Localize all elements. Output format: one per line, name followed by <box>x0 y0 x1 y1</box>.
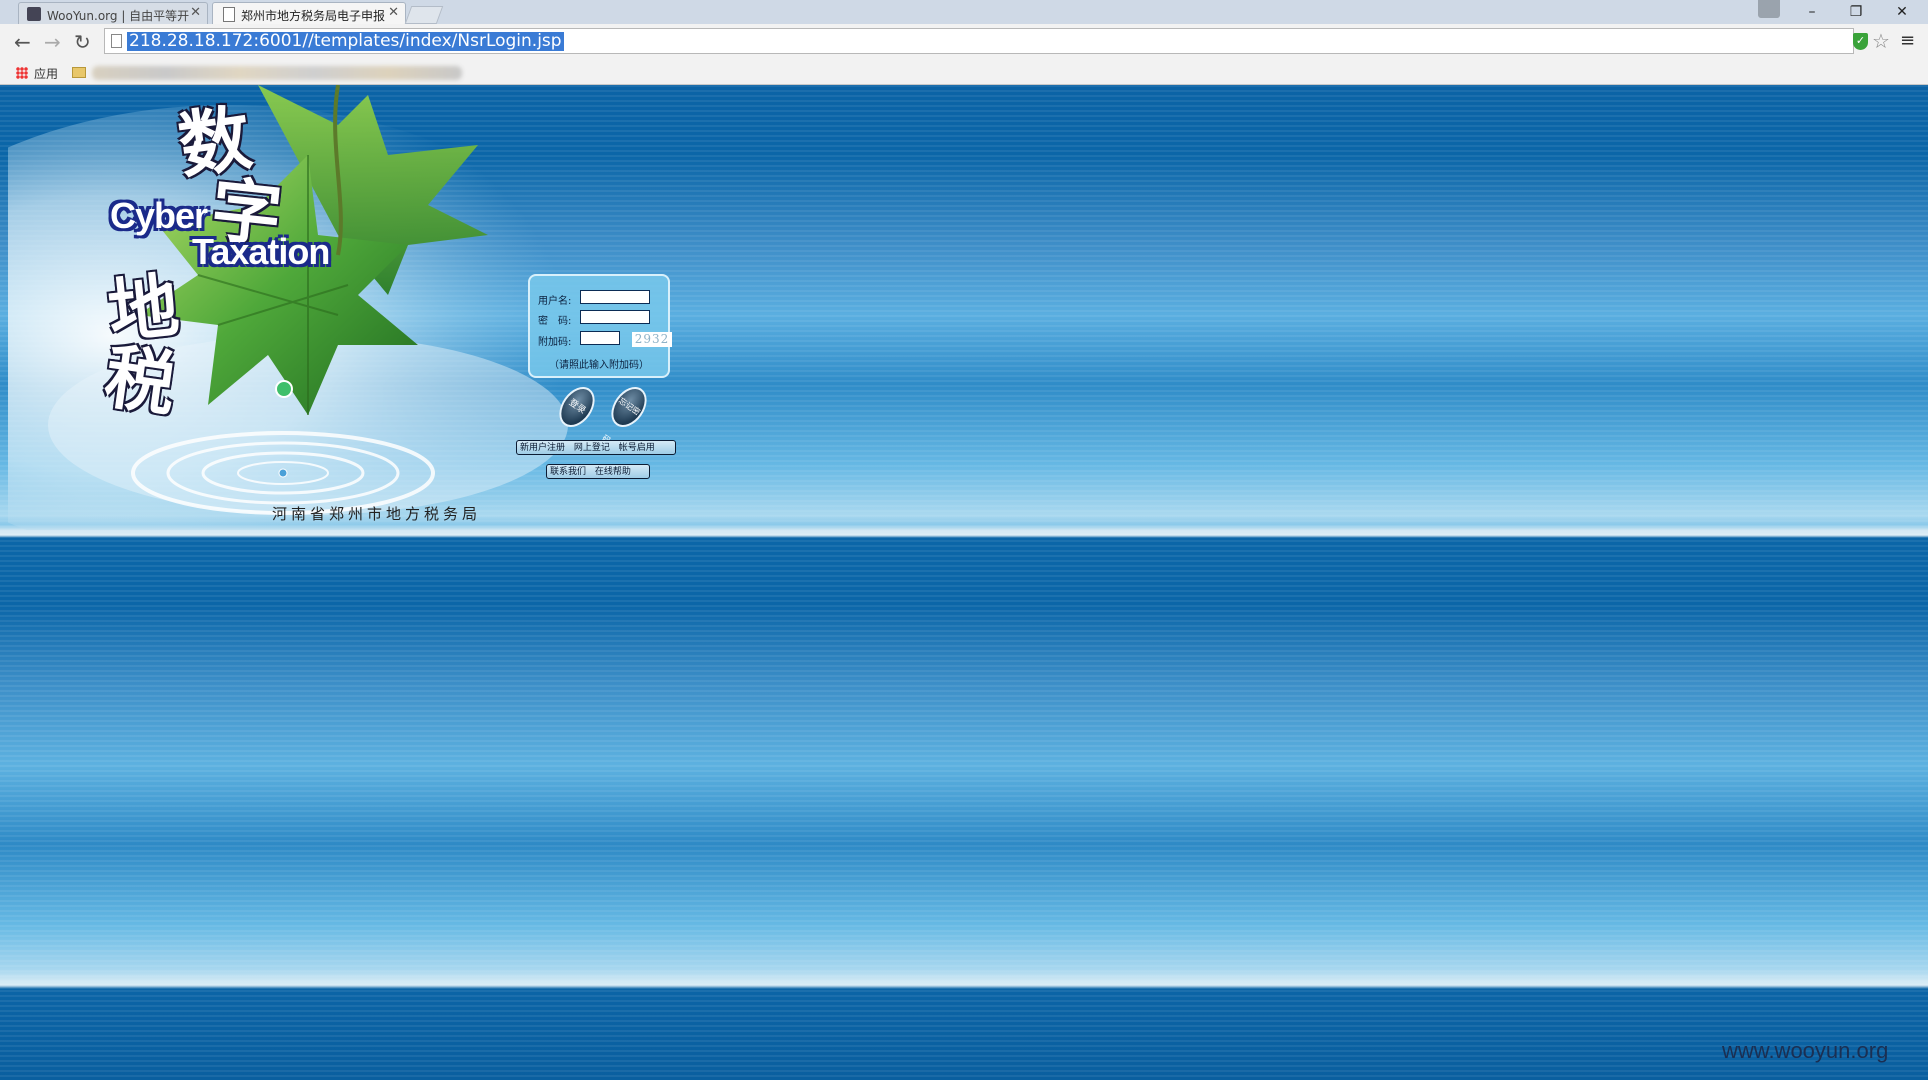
online-register-link[interactable]: 网上登记 <box>571 443 613 453</box>
bookmark-star-icon[interactable]: ☆ <box>1872 29 1890 53</box>
new-tab-button[interactable] <box>404 6 444 24</box>
captcha-label: 附加码: <box>538 337 572 348</box>
close-window-button[interactable]: ✕ <box>1880 0 1924 24</box>
title-char: 税 <box>99 334 181 427</box>
url-text[interactable]: 218.28.18.172:6001//templates/index/NsrL… <box>127 32 564 51</box>
username-label: 用户名: <box>538 296 572 307</box>
login-panel: 用户名: 密 码: 附加码: 2932 （请照此输入附加码） <box>528 274 672 378</box>
captcha-input[interactable] <box>580 331 620 345</box>
reload-icon[interactable]: ↻ <box>74 32 91 52</box>
password-input[interactable] <box>580 310 650 324</box>
tab-label: WooYun.org | 自由平等开 <box>47 9 190 23</box>
captcha-image: 2932 <box>632 332 672 347</box>
bookmarks-bar: 应用 <box>0 62 1928 85</box>
username-input[interactable] <box>580 290 650 304</box>
watermark: www.wooyun.org <box>1722 1038 1889 1063</box>
blurred-bookmarks <box>92 66 462 80</box>
online-help-link[interactable]: 在线帮助 <box>592 467 634 477</box>
apps-label[interactable]: 应用 <box>34 65 58 82</box>
tab-label: 郑州市地方税务局电子申报 <box>241 9 386 23</box>
contact-us-link[interactable]: 联系我们 <box>547 467 589 477</box>
page-background: 数 字 地 税 Cyber Taxation 河南省郑州市地方税务局 用户名: … <box>0 85 1928 1080</box>
tab-strip: WooYun.org | 自由平等开 ✕ 郑州市地方税务局电子申报 ✕ – ❐ … <box>0 0 1928 24</box>
links-bar-bottom: 联系我们 在线帮助 <box>546 464 650 479</box>
shield-extension-icon[interactable]: ✓ <box>1853 33 1868 50</box>
captcha-hint: （请照此输入附加码） <box>549 360 649 371</box>
forward-arrow-icon[interactable]: → <box>44 32 61 52</box>
account-enable-link[interactable]: 帐号启用 <box>616 443 658 453</box>
profile-icon[interactable] <box>1758 0 1780 18</box>
close-tab-icon[interactable]: ✕ <box>388 5 399 20</box>
apps-icon[interactable] <box>16 67 28 79</box>
page-favicon-icon <box>223 7 235 22</box>
page-info-icon[interactable] <box>111 34 122 48</box>
back-arrow-icon[interactable]: ← <box>14 32 31 52</box>
banner-title: 数 字 地 税 Cyber Taxation <box>0 85 420 426</box>
minimize-button[interactable]: – <box>1790 0 1834 24</box>
tab-wooyun[interactable]: WooYun.org | 自由平等开 ✕ <box>18 2 208 24</box>
agency-name: 河南省郑州市地方税务局 <box>272 505 482 523</box>
browser-toolbar: ← → ↻ 218.28.18.172:6001//templates/inde… <box>0 24 1928 63</box>
restore-button[interactable]: ❐ <box>1834 0 1878 24</box>
english-title-line2: Taxation <box>192 231 330 272</box>
tab-login[interactable]: 郑州市地方税务局电子申报 ✕ <box>212 2 406 24</box>
address-bar[interactable]: 218.28.18.172:6001//templates/index/NsrL… <box>104 28 1854 54</box>
password-label: 密 码: <box>538 316 572 327</box>
folder-icon[interactable] <box>72 67 86 78</box>
menu-icon[interactable]: ≡ <box>1900 30 1915 51</box>
links-bar-top: 新用户注册 网上登记 帐号启用 <box>516 440 676 455</box>
new-user-register-link[interactable]: 新用户注册 <box>517 443 568 453</box>
close-tab-icon[interactable]: ✕ <box>190 5 201 20</box>
wooyun-favicon-icon <box>27 7 41 21</box>
